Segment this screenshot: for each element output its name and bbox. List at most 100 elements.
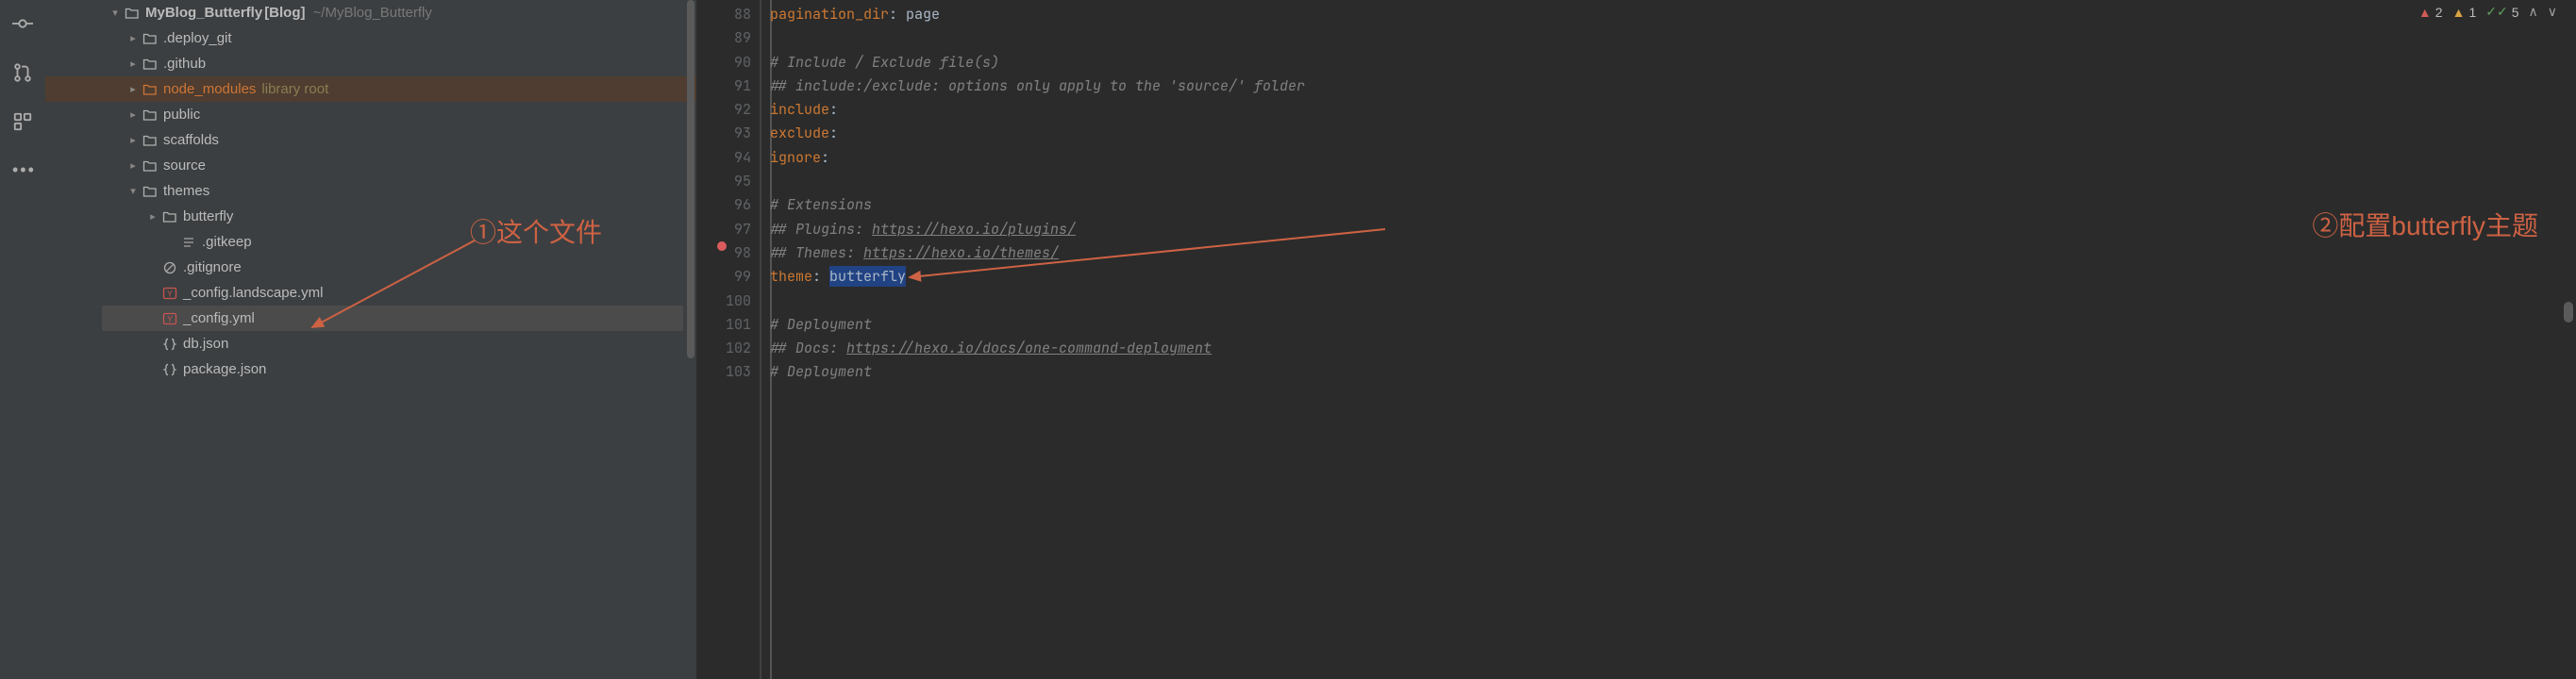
tree-item[interactable]: ▸ public (45, 102, 696, 127)
more-icon[interactable]: ••• (12, 160, 33, 181)
code-line[interactable] (770, 290, 2576, 313)
tree-item-label: .gitkeep (202, 234, 252, 250)
tree-item[interactable]: .gitignore (45, 255, 696, 280)
tree-item-label: .deploy_git (163, 30, 232, 46)
tree-scrollbar[interactable] (687, 0, 694, 679)
line-number: 101 (696, 313, 751, 337)
project-root-name: MyBlog_Butterfly (145, 5, 262, 21)
prev-highlight-icon[interactable]: ∧ (2529, 4, 2538, 20)
line-number: 92 (696, 98, 751, 122)
tree-item[interactable]: ▾ themes (45, 178, 696, 204)
tree-item-label: .gitignore (183, 259, 242, 275)
tree-item[interactable]: ▸ node_modules library root (45, 76, 696, 102)
weak-warning-count[interactable]: ✓✓ 5 (2485, 4, 2518, 20)
chevron-right-icon[interactable]: ▸ (125, 58, 141, 70)
warning-count[interactable]: ▲ 1 (2452, 5, 2477, 20)
svg-text:Y: Y (167, 289, 173, 298)
editor-scrollbar-thumb[interactable] (2564, 302, 2573, 323)
check-icon: ✓✓ (2485, 4, 2507, 20)
code-line[interactable]: theme: butterfly (770, 265, 2576, 289)
code-line[interactable]: include: (770, 98, 2576, 122)
folder-icon (162, 209, 177, 224)
line-number: 102 (696, 337, 751, 360)
tree-item-label: _config.landscape.yml (183, 285, 323, 301)
code-line[interactable]: ## include:/exclude: options only apply … (770, 75, 2576, 98)
code-line[interactable]: # Deployment (770, 313, 2576, 337)
code-line[interactable]: exclude: (770, 122, 2576, 145)
line-number: 91 (696, 75, 751, 98)
chevron-down-icon[interactable]: ▾ (108, 7, 123, 19)
ignore-icon (162, 260, 177, 275)
tree-item-label: butterfly (183, 208, 233, 224)
chevron-right-icon[interactable]: ▸ (125, 159, 141, 172)
code-line[interactable]: ignore: (770, 146, 2576, 170)
folder-orange-icon (142, 82, 158, 97)
line-number: 97 (696, 218, 751, 241)
library-root-badge: library root (261, 81, 328, 97)
code-line[interactable]: # Extensions (770, 193, 2576, 217)
tree-item-label: node_modules (163, 81, 256, 97)
line-number: 89 (696, 26, 751, 50)
pull-requests-icon[interactable] (12, 62, 33, 83)
tree-item[interactable]: ▸ .github (45, 51, 696, 76)
tree-item-label: scaffolds (163, 132, 219, 148)
folder-icon (142, 57, 158, 72)
svg-text:Y: Y (167, 314, 173, 323)
code-line[interactable] (770, 170, 2576, 193)
json-icon (162, 337, 177, 352)
tree-item[interactable]: db.json (45, 331, 696, 356)
project-root-path: ~/MyBlog_Butterfly (313, 5, 432, 21)
tree-item-label: source (163, 157, 206, 174)
chevron-right-icon[interactable]: ▸ (125, 134, 141, 146)
structure-icon[interactable] (12, 111, 33, 132)
tree-item[interactable]: ▸ .deploy_git (45, 25, 696, 51)
chevron-right-icon[interactable]: ▸ (125, 32, 141, 44)
code-line[interactable]: # Include / Exclude file(s) (770, 51, 2576, 75)
code-line[interactable]: ## Themes: https://hexo.io/themes/ (770, 241, 2576, 265)
code-line[interactable] (770, 26, 2576, 50)
tree-item-label: db.json (183, 336, 228, 352)
tree-item-label: .github (163, 56, 206, 72)
tree-item[interactable]: ▸ scaffolds (45, 127, 696, 153)
folder-icon (142, 133, 158, 148)
line-number: 95 (696, 170, 751, 193)
error-count[interactable]: ▲ 2 (2418, 5, 2443, 20)
tree-item-label: _config.yml (183, 310, 255, 326)
folder-icon (142, 31, 158, 46)
tree-item[interactable]: package.json (45, 356, 696, 382)
inspection-status-bar: ▲ 2 ▲ 1 ✓✓ 5 ∧ ∨ (2418, 4, 2557, 20)
breakpoint-icon[interactable] (717, 241, 727, 251)
code-area[interactable]: pagination_dir: page # Include / Exclude … (770, 0, 2576, 679)
commit-icon[interactable] (12, 13, 33, 34)
project-tree: ▾ MyBlog_Butterfly [Blog] ~/MyBlog_Butte… (45, 0, 696, 679)
line-number: 90 (696, 51, 751, 75)
chevron-right-icon[interactable]: ▸ (125, 108, 141, 121)
next-highlight-icon[interactable]: ∨ (2548, 4, 2557, 20)
tree-item[interactable]: Y _config.yml (102, 306, 683, 331)
folder-icon (142, 184, 158, 199)
tree-item[interactable]: ▸ source (45, 153, 696, 178)
code-line[interactable]: ## Docs: https://hexo.io/docs/one-comman… (770, 337, 2576, 360)
code-line[interactable]: ## Plugins: https://hexo.io/plugins/ (770, 218, 2576, 241)
line-number: 96 (696, 193, 751, 217)
tree-item[interactable]: Y _config.landscape.yml (45, 280, 696, 306)
project-root[interactable]: ▾ MyBlog_Butterfly [Blog] ~/MyBlog_Butte… (45, 0, 696, 25)
line-number: 94 (696, 146, 751, 170)
project-root-bracket: [Blog] (264, 5, 305, 21)
tree-item-label: public (163, 107, 200, 123)
folder-icon (142, 108, 158, 123)
line-number: 88 (696, 3, 751, 26)
chevron-down-icon[interactable]: ▾ (125, 185, 141, 197)
folder-icon (142, 158, 158, 174)
chevron-right-icon[interactable]: ▸ (145, 210, 160, 223)
line-number: 100 (696, 290, 751, 313)
tree-item-label: themes (163, 183, 209, 199)
yaml-icon: Y (162, 311, 177, 326)
code-line[interactable]: pagination_dir: page (770, 3, 2576, 26)
chevron-right-icon[interactable]: ▸ (125, 83, 141, 95)
code-line[interactable]: # Deployment (770, 360, 2576, 384)
text-icon (181, 235, 196, 250)
annotation-1: ①这个文件 (470, 212, 602, 250)
warning-triangle-icon: ▲ (2452, 5, 2466, 20)
folder-icon (125, 6, 140, 21)
